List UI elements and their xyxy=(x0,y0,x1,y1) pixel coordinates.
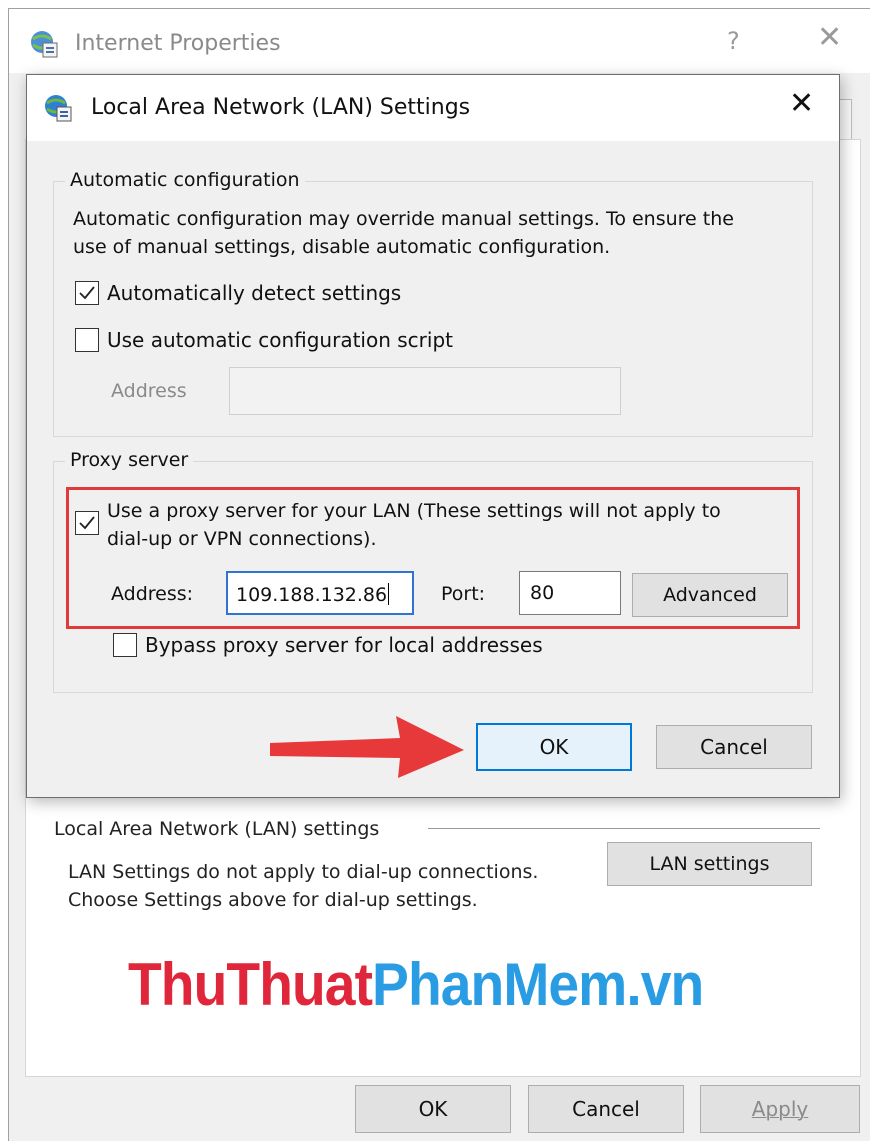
dialog-title: Local Area Network (LAN) Settings xyxy=(91,95,471,120)
watermark-part: .vn xyxy=(626,951,704,1018)
globe-settings-icon xyxy=(29,29,59,63)
advanced-button[interactable]: Advanced xyxy=(632,573,788,617)
lan-desc-line: LAN Settings do not apply to dial-up con… xyxy=(68,861,539,883)
auto-config-script-label[interactable]: Use automatic configuration script xyxy=(107,326,453,354)
outer-cancel-button[interactable]: Cancel xyxy=(528,1085,684,1133)
outer-ok-button[interactable]: OK xyxy=(355,1085,511,1133)
dialog-ok-button[interactable]: OK xyxy=(476,723,632,771)
outer-close-button[interactable]: ✕ xyxy=(817,23,842,53)
proxy-server-label: Proxy server xyxy=(65,449,194,471)
script-address-input xyxy=(229,367,621,415)
bypass-local-checkbox[interactable] xyxy=(113,633,137,657)
lan-settings-button[interactable]: LAN settings xyxy=(607,842,812,886)
use-proxy-label[interactable]: Use a proxy server for your LAN (These s… xyxy=(107,497,721,553)
use-proxy-checkbox[interactable] xyxy=(75,511,99,535)
lan-description: LAN Settings do not apply to dial-up con… xyxy=(68,858,538,914)
script-address-label: Address xyxy=(111,380,187,402)
proxy-address-label: Address: xyxy=(111,583,194,605)
auto-detect-label[interactable]: Automatically detect settings xyxy=(107,279,401,307)
auto-config-label: Automatic configuration xyxy=(65,169,305,191)
red-arrow-icon xyxy=(270,716,464,778)
watermark-part: ThuThuat xyxy=(128,951,373,1018)
dialog-cancel-button[interactable]: Cancel xyxy=(656,725,812,769)
lan-desc-line: Choose Settings above for dial-up settin… xyxy=(68,889,478,911)
auto-detect-checkbox[interactable] xyxy=(75,281,99,305)
checkmark-icon xyxy=(79,286,95,300)
checkmark-icon xyxy=(79,516,95,530)
lan-group-title: Local Area Network (LAN) settings xyxy=(54,818,380,840)
proxy-address-input[interactable]: 109.188.132.86 xyxy=(226,571,414,615)
bypass-local-label[interactable]: Bypass proxy server for local addresses xyxy=(145,631,543,659)
apply-button[interactable]: Apply xyxy=(700,1085,860,1133)
globe-settings-icon xyxy=(43,93,73,127)
auto-desc-line: use of manual settings, disable automati… xyxy=(73,236,611,258)
proxy-port-input[interactable]: 80 xyxy=(519,571,621,615)
auto-config-description: Automatic configuration may override man… xyxy=(73,205,734,261)
lan-settings-dialog: Local Area Network (LAN) Settings ✕ Auto… xyxy=(26,74,840,798)
text-caret xyxy=(388,583,390,605)
group-divider xyxy=(428,828,820,829)
outer-title-bar: Internet Properties ? ✕ xyxy=(9,9,870,73)
use-proxy-line: Use a proxy server for your LAN (These s… xyxy=(107,500,721,522)
auto-config-script-checkbox[interactable] xyxy=(75,328,99,352)
watermark-part: PhanMem xyxy=(372,951,627,1018)
watermark-logo: ThuThuatPhanMem.vn xyxy=(128,950,704,1019)
outer-window-title: Internet Properties xyxy=(75,31,281,56)
auto-desc-line: Automatic configuration may override man… xyxy=(73,208,734,230)
proxy-port-label: Port: xyxy=(441,583,486,605)
dialog-close-button[interactable]: ✕ xyxy=(789,89,814,119)
help-button[interactable]: ? xyxy=(727,27,740,55)
use-proxy-line: dial-up or VPN connections). xyxy=(107,528,377,550)
dialog-title-bar: Local Area Network (LAN) Settings ✕ xyxy=(27,75,839,141)
proxy-address-value: 109.188.132.86 xyxy=(236,584,388,606)
